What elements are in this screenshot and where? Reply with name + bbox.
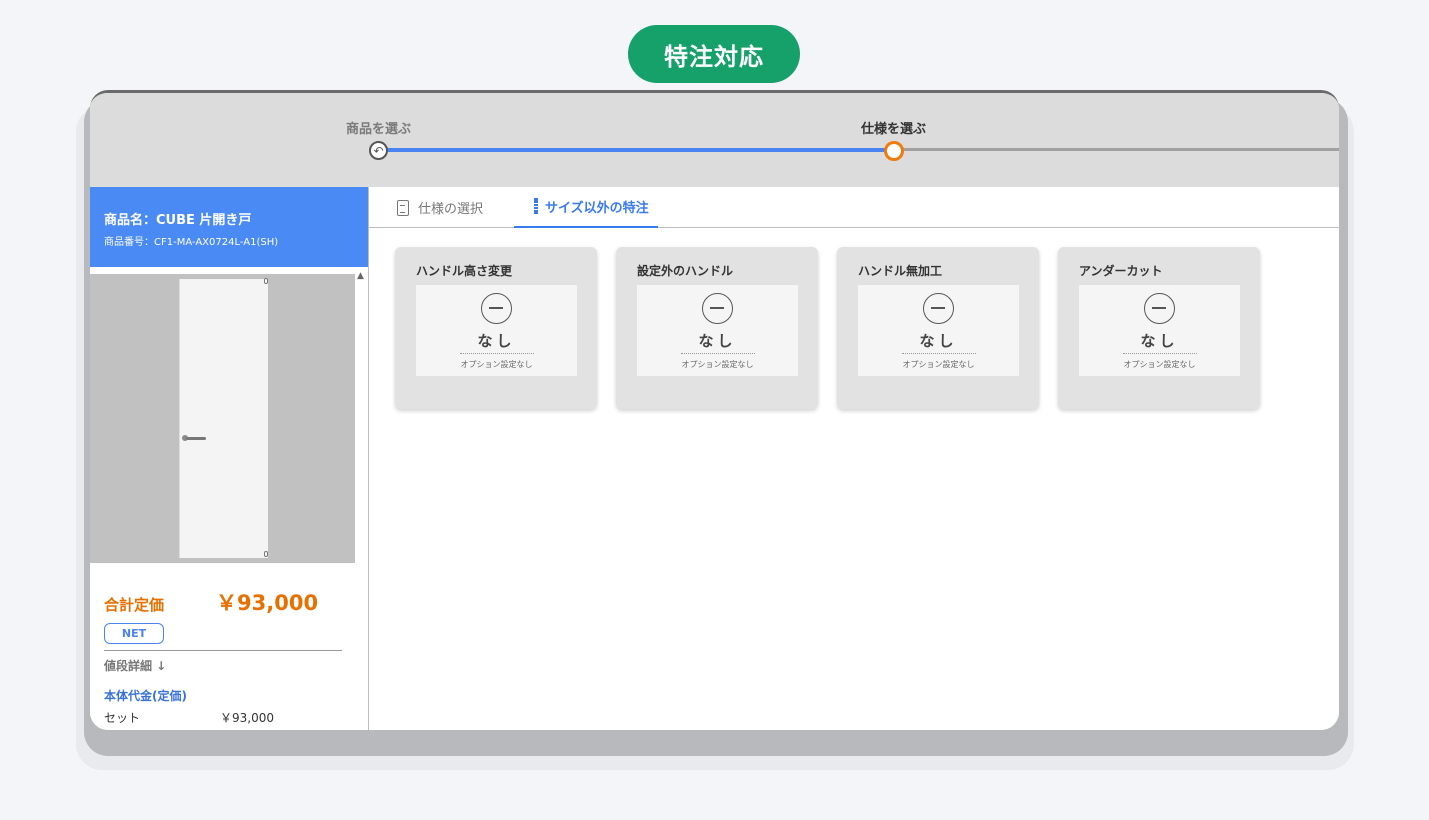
app-window: 商品を選ぶ 仕様を選ぶ ↶ 商品名：CUBE 片開き戸 商品番号：CF1-MA-… <box>90 90 1339 730</box>
product-sidebar: 商品名：CUBE 片開き戸 商品番号：CF1-MA-AX0724L-A1(SH)… <box>90 187 369 730</box>
option-value: なし <box>477 332 516 350</box>
option-divider <box>681 353 755 354</box>
set-price-row: セット ￥93,000 <box>104 709 342 726</box>
option-value-panel[interactable]: なし オプション設定なし <box>637 285 798 376</box>
option-title: ハンドル無加工 <box>858 264 943 278</box>
minus-circle-icon <box>1144 293 1175 324</box>
minus-circle-icon <box>923 293 954 324</box>
price-detail-toggle[interactable]: 値段詳細 ↓ <box>104 657 342 674</box>
step-select-product-label[interactable]: 商品を選ぶ <box>346 118 411 137</box>
net-button[interactable]: NET <box>104 623 164 644</box>
undo-icon[interactable]: ↶ <box>369 141 388 160</box>
tab-label: 仕様の選択 <box>418 202 484 217</box>
door-illustration <box>179 278 268 558</box>
total-price-value: ￥93,000 <box>216 591 319 615</box>
tab-label: サイズ以外の特注 <box>545 201 649 216</box>
hinge-bottom <box>264 551 268 557</box>
option-value-panel[interactable]: なし オプション設定なし <box>416 285 577 376</box>
progress-track-done <box>379 148 894 152</box>
price-summary: 合計定価 ￥93,000 NET 値段詳細 ↓ 本体代金(定価) セット ￥93… <box>104 587 342 726</box>
set-price: ￥93,000 <box>220 711 275 725</box>
option-value: なし <box>919 332 958 350</box>
progress-track-remaining <box>894 148 1339 151</box>
option-value: なし <box>698 332 737 350</box>
option-value-panel[interactable]: なし オプション設定なし <box>1079 285 1240 376</box>
clipboard-icon <box>397 199 409 216</box>
custom-order-badge: 特注対応 <box>628 25 800 83</box>
option-value-panel[interactable]: なし オプション設定なし <box>858 285 1019 376</box>
minus-circle-icon <box>481 293 512 324</box>
option-divider <box>460 353 534 354</box>
option-divider <box>1123 353 1197 354</box>
option-card-no-handle-processing[interactable]: ハンドル無加工 なし オプション設定なし <box>837 247 1039 409</box>
product-name: 商品名：CUBE 片開き戸 <box>104 213 252 228</box>
scroll-up-arrow[interactable]: ▲ <box>357 271 364 281</box>
door-handle <box>182 435 206 441</box>
body-price-title: 本体代金(定価) <box>104 689 187 703</box>
step-select-spec-label: 仕様を選ぶ <box>861 122 927 137</box>
option-card-handle-height[interactable]: ハンドル高さ変更 なし オプション設定なし <box>395 247 597 409</box>
option-card-custom-handle[interactable]: 設定外のハンドル なし オプション設定なし <box>616 247 818 409</box>
product-code: 商品番号：CF1-MA-AX0724L-A1(SH) <box>104 237 279 248</box>
main-panel: 仕様の選択 サイズ以外の特注 ハンドル高さ変更 なし オプション設定なし 設定外… <box>369 187 1339 730</box>
option-note: オプション設定なし <box>460 360 533 369</box>
current-step-marker <box>884 141 904 161</box>
tab-custom-non-size[interactable]: サイズ以外の特注 <box>514 187 658 228</box>
hinge-top <box>264 278 268 284</box>
option-note: オプション設定なし <box>902 360 975 369</box>
tab-spec-selection[interactable]: 仕様の選択 <box>397 187 483 228</box>
option-title: 設定外のハンドル <box>637 264 734 278</box>
product-image <box>90 274 355 563</box>
option-title: ハンドル高さ変更 <box>416 264 513 278</box>
set-label: セット <box>104 711 141 725</box>
option-note: オプション設定なし <box>681 360 754 369</box>
option-value: なし <box>1140 332 1179 350</box>
option-divider <box>902 353 976 354</box>
option-card-undercut[interactable]: アンダーカット なし オプション設定なし <box>1058 247 1260 409</box>
product-header: 商品名：CUBE 片開き戸 商品番号：CF1-MA-AX0724L-A1(SH) <box>90 187 368 267</box>
tab-bar: 仕様の選択 サイズ以外の特注 <box>369 187 1339 228</box>
option-title: アンダーカット <box>1079 264 1163 278</box>
divider <box>104 650 342 651</box>
minus-circle-icon <box>702 293 733 324</box>
progress-stepper: 商品を選ぶ 仕様を選ぶ ↶ <box>90 93 1339 187</box>
option-note: オプション設定なし <box>1123 360 1196 369</box>
total-price-label: 合計定価 <box>104 596 165 614</box>
ruler-icon <box>534 198 538 214</box>
